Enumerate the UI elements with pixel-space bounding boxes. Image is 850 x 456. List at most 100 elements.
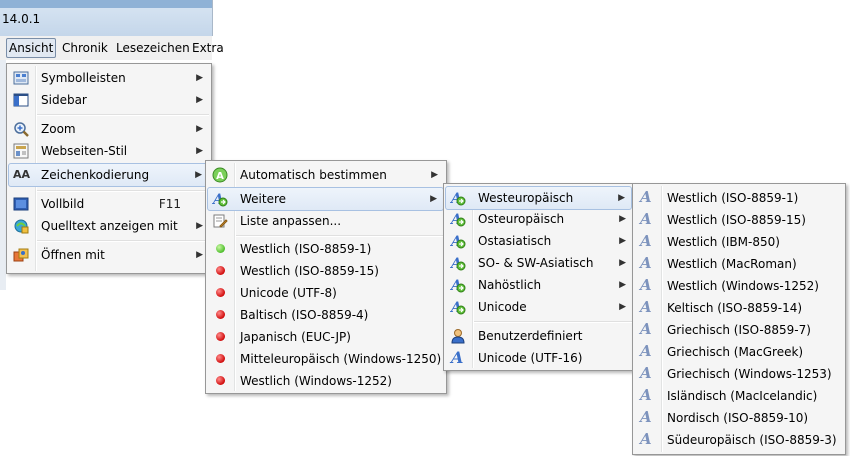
encoding-option[interactable]: Westlich (ISO-8859-1): [208, 238, 444, 260]
encoding-option[interactable]: Japanisch (EUC-JP): [208, 326, 444, 348]
menu-item-label: Westlich (Windows-1252): [240, 374, 392, 388]
encoding-option[interactable]: A Südeuropäisch (ISO-8859-3): [635, 429, 843, 451]
menu-item-label: Webseiten-Stil: [41, 144, 128, 158]
menu-item-fullscreen[interactable]: Vollbild F11: [9, 193, 209, 215]
menu-item-ostasiatisch[interactable]: A Ostasiatisch ▶: [446, 230, 632, 252]
submenu-arrow-icon: ▶: [196, 73, 203, 83]
menu-item-so-sw-asiatisch[interactable]: A SO- & SW-Asiatisch ▶: [446, 252, 632, 274]
menu-item-auto-detect[interactable]: A Automatisch bestimmen ▶: [208, 164, 444, 186]
menu-item-label: Quelltext anzeigen mit: [41, 219, 178, 233]
view-source-icon: [13, 218, 29, 234]
submenu-arrow-icon: ▶: [196, 124, 203, 134]
menu-item-label: Isländisch (MacIcelandic): [667, 389, 818, 403]
page-style-icon: [13, 143, 29, 159]
submenu-arrow-icon: ▶: [196, 95, 203, 105]
menu-item-toolbars[interactable]: Symbolleisten ▶: [9, 67, 209, 89]
menu-item-custom-encoding[interactable]: Benutzerdefiniert: [446, 325, 632, 347]
menu-item-westeuropaeisch[interactable]: A Westeuropäisch ▶: [445, 186, 632, 210]
encoding-option[interactable]: A Westlich (ISO-8859-1): [635, 187, 843, 209]
menu-item-zoom[interactable]: Zoom ▶: [9, 118, 209, 140]
shortcut-label: F11: [158, 197, 181, 211]
encoding-option[interactable]: Baltisch (ISO-8859-4): [208, 304, 444, 326]
submenu-arrow-icon: ▶: [195, 170, 202, 180]
encoding-option[interactable]: A Griechisch (MacGreek): [635, 341, 843, 363]
menu-item-label: Sidebar: [41, 93, 87, 107]
menu-item-more-encodings[interactable]: A Weitere ▶: [207, 187, 444, 211]
menu-item-label: Westeuropäisch: [478, 191, 574, 205]
encoding-group-icon: A: [449, 299, 466, 316]
encoding-option[interactable]: A Nordisch (ISO-8859-10): [635, 407, 843, 429]
menu-item-label: Westlich (ISO-8859-1): [667, 191, 799, 205]
user-icon: [450, 328, 466, 344]
menu-item-label: Automatisch bestimmen: [240, 168, 387, 182]
encoding-option[interactable]: A Griechisch (Windows-1253): [635, 363, 843, 385]
unselected-radio-icon: [216, 376, 225, 385]
encoding-option[interactable]: A Keltisch (ISO-8859-14): [635, 297, 843, 319]
encoding-icon: A: [640, 408, 652, 426]
menu-item-nahoestlich[interactable]: A Nahöstlich ▶: [446, 274, 632, 296]
menu-item-label: Mitteleuropäisch (Windows-1250): [240, 352, 442, 366]
encoding-option[interactable]: A Westlich (ISO-8859-15): [635, 209, 843, 231]
menu-extras[interactable]: Extra: [189, 39, 227, 57]
menu-item-osteuropaeisch[interactable]: A Osteuropäisch ▶: [446, 208, 632, 230]
encoding-option[interactable]: A Isländisch (MacIcelandic): [635, 385, 843, 407]
open-with-icon: [13, 247, 29, 263]
encoding-option[interactable]: Westlich (ISO-8859-15): [208, 260, 444, 282]
menu-item-open-with[interactable]: Öffnen mit ▶: [9, 244, 209, 266]
more-encodings-icon: A: [211, 191, 228, 208]
encoding-option[interactable]: Unicode (UTF-8): [208, 282, 444, 304]
encoding-group-icon: A: [449, 211, 466, 228]
menu-item-label: Baltisch (ISO-8859-4): [240, 308, 369, 322]
menu-item-label: Nahöstlich: [478, 278, 542, 292]
menu-ansicht[interactable]: Ansicht: [6, 38, 57, 58]
menu-item-unicode-group[interactable]: A Unicode ▶: [446, 296, 632, 318]
menu-item-label: Symbolleisten: [41, 71, 126, 85]
encoding-option[interactable]: A Westlich (Windows-1252): [635, 275, 843, 297]
submenu-arrow-icon: ▶: [619, 236, 626, 246]
encoding-icon: A: [640, 364, 652, 382]
encoding-group-icon: A: [449, 277, 466, 294]
submenu-arrow-icon: ▶: [618, 193, 625, 203]
encoding-group-icon: A: [449, 190, 466, 207]
menu-item-label: Griechisch (Windows-1253): [667, 367, 832, 381]
menu-chronik[interactable]: Chronik: [59, 39, 111, 57]
encoding-option[interactable]: Mitteleuropäisch (Windows-1250): [208, 348, 444, 370]
encoding-option[interactable]: A Westlich (MacRoman): [635, 253, 843, 275]
menu-item-label: Westlich (ISO-8859-15): [240, 264, 379, 278]
menu-lesezeichen[interactable]: Lesezeichen: [113, 39, 193, 57]
menu-item-page-style[interactable]: Webseiten-Stil ▶: [9, 140, 209, 162]
menu-item-label: Westlich (Windows-1252): [667, 279, 819, 293]
encoding-icon: A: [640, 232, 652, 250]
submenu-arrow-icon: ▶: [196, 221, 203, 231]
menu-item-label: Japanisch (EUC-JP): [240, 330, 351, 344]
character-encoding-icon: AA: [13, 168, 31, 181]
menu-item-label: Ostasiatisch: [478, 234, 552, 248]
menu-item-sidebar[interactable]: Sidebar ▶: [9, 89, 209, 111]
encoding-icon: A: [640, 276, 652, 294]
encoding-option[interactable]: A Westlich (IBM-850): [635, 231, 843, 253]
menu-item-label: Griechisch (MacGreek): [667, 345, 804, 359]
encoding-icon: A: [640, 254, 652, 272]
menu-item-utf16[interactable]: A Unicode (UTF-16): [446, 347, 632, 369]
sidebar-icon: [13, 92, 29, 108]
menu-item-label: Griechisch (ISO-8859-7): [667, 323, 811, 337]
menu-item-label: Zeichenkodierung: [41, 168, 150, 182]
menu-item-character-encoding[interactable]: AA Zeichenkodierung ▶: [8, 163, 209, 187]
encoding-icon: A: [640, 430, 652, 448]
menu-separator: [37, 240, 209, 242]
customize-list-icon: [212, 213, 228, 229]
unselected-radio-icon: [216, 310, 225, 319]
submenu-arrow-icon: ▶: [619, 280, 626, 290]
menu-item-view-source[interactable]: Quelltext anzeigen mit ▶: [9, 215, 209, 237]
menu-item-label: Westlich (ISO-8859-1): [240, 242, 372, 256]
menu-item-label: Zoom: [41, 122, 76, 136]
menu-item-label: Keltisch (ISO-8859-14): [667, 301, 803, 315]
menu-item-label: Unicode (UTF-8): [240, 286, 337, 300]
menu-item-customize-list[interactable]: Liste anpassen...: [208, 210, 444, 232]
encoding-option[interactable]: Westlich (Windows-1252): [208, 370, 444, 392]
menu-item-label: Unicode: [478, 300, 527, 314]
menu-item-label: Unicode (UTF-16): [478, 351, 583, 365]
encoding-option[interactable]: A Griechisch (ISO-8859-7): [635, 319, 843, 341]
titlebar-glass: [0, 0, 212, 8]
menu-item-label: Südeuropäisch (ISO-8859-3): [667, 433, 837, 447]
